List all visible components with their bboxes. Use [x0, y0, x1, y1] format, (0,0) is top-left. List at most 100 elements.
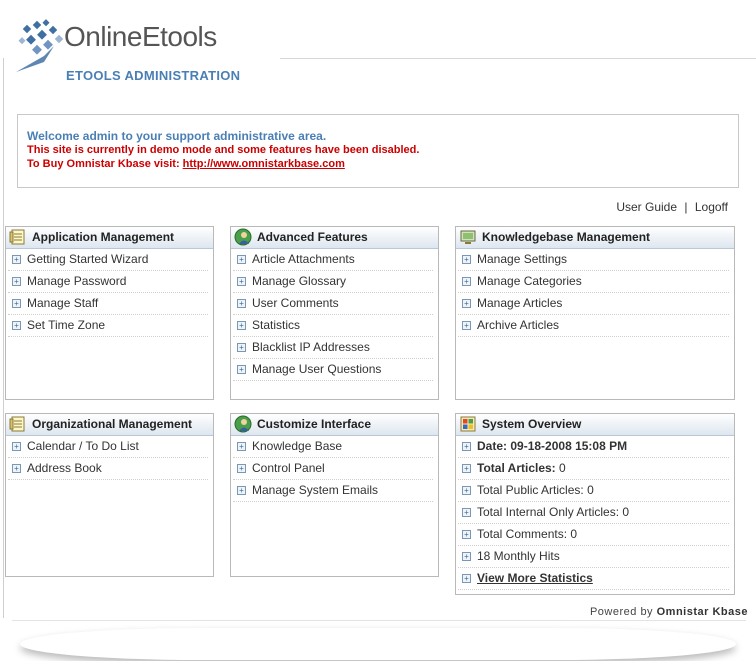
- user-guide-link[interactable]: User Guide: [616, 200, 677, 214]
- menu-item-archive-articles[interactable]: + Archive Articles: [458, 315, 729, 337]
- expand-bullet-icon: +: [237, 255, 246, 264]
- expand-bullet-icon: +: [237, 277, 246, 286]
- stat-value: 0: [622, 505, 630, 519]
- menu-item-manage-staff[interactable]: + Manage Staff: [8, 293, 208, 315]
- menu-item-statistics[interactable]: + Statistics: [233, 315, 433, 337]
- expand-bullet-icon: +: [462, 486, 471, 495]
- powered-by: Powered by Omnistar Kbase: [590, 606, 748, 618]
- panel-title: Advanced Features: [257, 230, 368, 244]
- welcome-message: Welcome admin to your support administra…: [27, 129, 327, 143]
- expand-bullet-icon: +: [462, 321, 471, 330]
- expand-bullet-icon: +: [12, 321, 21, 330]
- stat-total-articles: + Total Articles: 0: [458, 458, 729, 480]
- buy-notice: To Buy Omnistar Kbase visit: http://www.…: [27, 158, 345, 170]
- menu-item-manage-glossary[interactable]: + Manage Glossary: [233, 271, 433, 293]
- menu-item-set-time-zone[interactable]: + Set Time Zone: [8, 315, 208, 337]
- frame-top-border: [280, 58, 756, 59]
- expand-bullet-icon: +: [12, 442, 21, 451]
- expand-bullet-icon: +: [237, 365, 246, 374]
- stat-label: Total Public Articles:: [477, 483, 584, 497]
- panel-title: Customize Interface: [257, 417, 372, 431]
- panel-header: System Overview: [456, 414, 734, 436]
- menu-item-label[interactable]: Knowledge Base: [252, 439, 342, 453]
- stat-total-comments: + Total Comments: 0: [458, 524, 729, 546]
- stat-date: + Date: 09-18-2008 15:08 PM: [458, 436, 729, 458]
- buy-link[interactable]: http://www.omnistarkbase.com: [183, 158, 345, 170]
- menu-item-control-panel[interactable]: + Control Panel: [233, 458, 433, 480]
- menu-item-label[interactable]: Manage Staff: [27, 296, 98, 310]
- menu-item-label[interactable]: Statistics: [252, 318, 300, 332]
- panel-organizational-management: Organizational Management + Calendar / To…: [5, 413, 214, 577]
- panel-application-management: Application Management + Getting Started …: [5, 226, 214, 400]
- expand-bullet-icon: +: [462, 255, 471, 264]
- buy-notice-text: To Buy Omnistar Kbase visit:: [27, 158, 180, 170]
- panel-header: Knowledgebase Management: [456, 227, 734, 249]
- expand-bullet-icon: +: [12, 277, 21, 286]
- menu-item-label[interactable]: Archive Articles: [477, 318, 559, 332]
- menu-item-label[interactable]: User Comments: [252, 296, 339, 310]
- view-more-statistics[interactable]: + View More Statistics: [458, 568, 729, 590]
- expand-bullet-icon: +: [462, 464, 471, 473]
- expand-bullet-icon: +: [462, 277, 471, 286]
- panel-advanced-features: Advanced Features + Article Attachments +…: [230, 226, 439, 400]
- menu-item-blacklist-ip[interactable]: + Blacklist IP Addresses: [233, 337, 433, 359]
- expand-bullet-icon: +: [462, 530, 471, 539]
- link-separator: |: [684, 200, 688, 214]
- menu-item-label[interactable]: Calendar / To Do List: [27, 439, 139, 453]
- menu-item-manage-settings[interactable]: + Manage Settings: [458, 249, 729, 271]
- windows-icon: [460, 416, 476, 432]
- panel-header: Organizational Management: [6, 414, 213, 436]
- expand-bullet-icon: +: [462, 442, 471, 451]
- stat-public-articles: + Total Public Articles: 0: [458, 480, 729, 502]
- panel-title: Knowledgebase Management: [482, 230, 651, 244]
- menu-item-manage-system-emails[interactable]: + Manage System Emails: [233, 480, 433, 502]
- expand-bullet-icon: +: [12, 255, 21, 264]
- expand-bullet-icon: +: [12, 464, 21, 473]
- powered-by-prefix: Powered by: [589, 606, 654, 618]
- expand-bullet-icon: +: [462, 508, 471, 517]
- menu-item-label[interactable]: Article Attachments: [252, 252, 355, 266]
- stat-value: 0: [570, 527, 578, 541]
- menu-item-address-book[interactable]: + Address Book: [8, 458, 208, 480]
- stat-label: Total Internal Only Articles:: [477, 505, 620, 519]
- panel-header: Customize Interface: [231, 414, 438, 436]
- panel-customize-interface: Customize Interface + Knowledge Base + Con…: [230, 413, 439, 577]
- notepad-icon: [9, 229, 25, 245]
- menu-item-label[interactable]: Blacklist IP Addresses: [252, 340, 370, 354]
- expand-bullet-icon: +: [237, 299, 246, 308]
- menu-item-user-comments[interactable]: + User Comments: [233, 293, 433, 315]
- menu-item-label[interactable]: Control Panel: [252, 461, 325, 475]
- menu-item-label[interactable]: Manage System Emails: [252, 483, 378, 497]
- menu-item-label[interactable]: Getting Started Wizard: [27, 252, 148, 266]
- menu-item-label[interactable]: Set Time Zone: [27, 318, 105, 332]
- menu-item-calendar[interactable]: + Calendar / To Do List: [8, 436, 208, 458]
- logoff-link[interactable]: Logoff: [695, 200, 728, 214]
- menu-item-getting-started-wizard[interactable]: + Getting Started Wizard: [8, 249, 208, 271]
- demo-mode-notice: This site is currently in demo mode and …: [27, 144, 420, 156]
- menu-item-label[interactable]: Manage Glossary: [252, 274, 346, 288]
- menu-item-label[interactable]: Manage User Questions: [252, 362, 381, 376]
- menu-item-manage-password[interactable]: + Manage Password: [8, 271, 208, 293]
- menu-item-label[interactable]: Manage Categories: [477, 274, 582, 288]
- menu-item-manage-categories[interactable]: + Manage Categories: [458, 271, 729, 293]
- menu-item-manage-articles[interactable]: + Manage Articles: [458, 293, 729, 315]
- panel-system-overview: System Overview + Date: 09-18-2008 15:08 …: [455, 413, 735, 595]
- welcome-box: Welcome admin to your support administra…: [17, 114, 739, 188]
- panel-title: Organizational Management: [32, 417, 193, 431]
- stat-monthly-hits: +18 Monthly Hits: [458, 546, 729, 568]
- stat-value: 18 Monthly Hits: [477, 549, 560, 563]
- menu-item-label[interactable]: Manage Settings: [477, 252, 567, 266]
- view-more-statistics-link[interactable]: View More Statistics: [477, 571, 593, 585]
- menu-item-manage-user-questions[interactable]: + Manage User Questions: [233, 359, 433, 381]
- notepad-icon: [9, 416, 25, 432]
- menu-item-article-attachments[interactable]: + Article Attachments: [233, 249, 433, 271]
- menu-item-label[interactable]: Manage Password: [27, 274, 126, 288]
- stat-value: 0: [559, 461, 566, 475]
- panel-title: System Overview: [482, 417, 582, 431]
- menu-item-label[interactable]: Address Book: [27, 461, 102, 475]
- panel-header: Advanced Features: [231, 227, 438, 249]
- menu-item-label[interactable]: Manage Articles: [477, 296, 562, 310]
- menu-item-knowledge-base[interactable]: + Knowledge Base: [233, 436, 433, 458]
- expand-bullet-icon: +: [462, 552, 471, 561]
- expand-bullet-icon: +: [237, 464, 246, 473]
